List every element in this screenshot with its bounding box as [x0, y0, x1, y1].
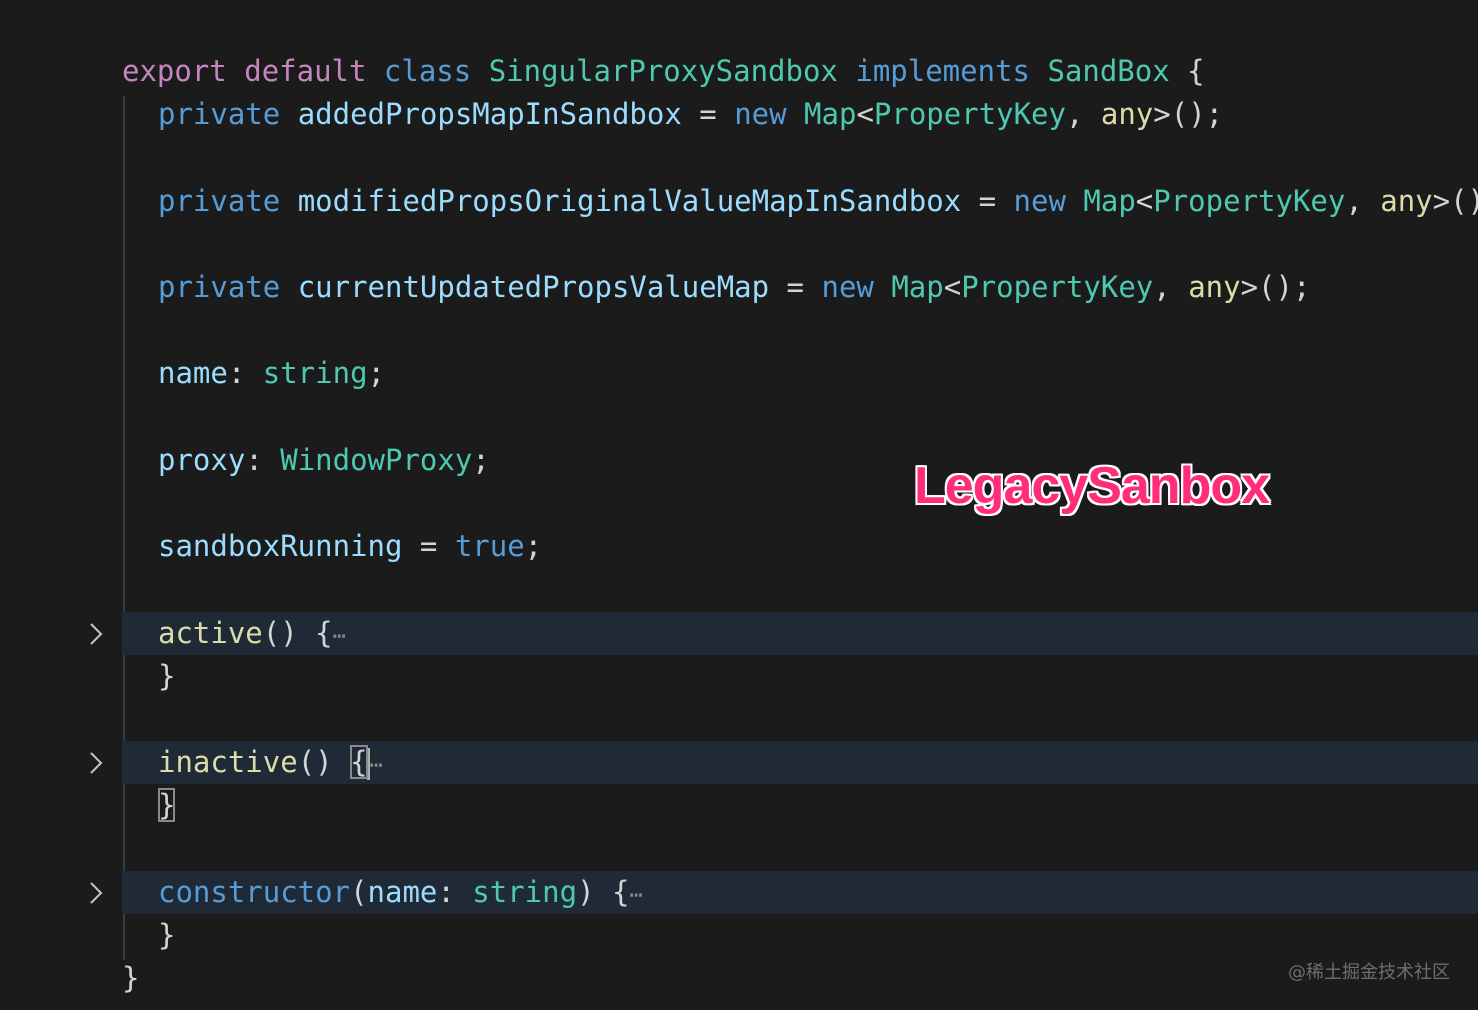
code-line[interactable]: 41 } — [0, 655, 1478, 698]
chevron-right-icon[interactable] — [84, 612, 108, 655]
code-line[interactable]: 33 sandboxRunning = true; — [0, 525, 1478, 568]
code-line[interactable]: 28 — [0, 309, 1478, 352]
code-text: private modifiedPropsOriginalValueMapInS… — [158, 184, 1478, 218]
code-line-folded[interactable]: 35 active() {⋯ — [0, 612, 1478, 655]
watermark: @稀土掘金技术社区 — [1288, 962, 1450, 983]
code-line[interactable]: 34 — [0, 568, 1478, 611]
chevron-right-icon[interactable] — [84, 871, 108, 914]
code-line-folded[interactable]: 50 constructor(name: string) {⋯ — [0, 871, 1478, 914]
code-text: } — [122, 961, 140, 995]
code-text: proxy: WindowProxy; — [158, 443, 490, 477]
code-text: name: string; — [158, 356, 385, 390]
code-line[interactable]: 49 — [0, 828, 1478, 871]
code-text: constructor(name: string) {⋯ — [158, 875, 643, 909]
code-editor[interactable]: 21 22 export default class SingularProxy… — [0, 0, 1478, 1010]
code-text: active() {⋯ — [158, 616, 346, 650]
code-line[interactable]: 42 — [0, 698, 1478, 741]
matched-bracket: { — [350, 745, 368, 779]
code-text: } — [158, 784, 176, 827]
code-line[interactable]: 24 — [0, 136, 1478, 179]
code-text: sandboxRunning = true; — [158, 529, 543, 563]
folded-ellipsis[interactable]: ⋯ — [333, 624, 346, 649]
annotation-label: LegacySanbox — [914, 457, 1270, 515]
code-line[interactable]: 26 — [0, 223, 1478, 266]
matched-bracket: } — [158, 788, 176, 822]
code-line[interactable]: 109 } — [0, 957, 1478, 1000]
code-line-folded[interactable]: 43 inactive() {⋯ — [0, 741, 1478, 784]
code-text: private currentUpdatedPropsValueMap = ne… — [158, 270, 1311, 304]
code-text: } — [158, 659, 176, 693]
folded-ellipsis[interactable]: ⋯ — [629, 883, 642, 908]
code-line[interactable]: 108 } — [0, 914, 1478, 957]
code-text: private addedPropsMapInSandbox = new Map… — [158, 97, 1224, 131]
code-text: } — [158, 918, 176, 952]
code-line[interactable]: 30 — [0, 396, 1478, 439]
folded-ellipsis[interactable]: ⋯ — [370, 753, 383, 778]
chevron-right-icon[interactable] — [84, 741, 108, 784]
code-line[interactable]: 29 name: string; — [0, 352, 1478, 395]
code-line[interactable]: 23 private addedPropsMapInSandbox = new … — [0, 93, 1478, 136]
code-line[interactable]: 21 — [0, 6, 1478, 49]
code-line[interactable]: 48 } — [0, 784, 1478, 827]
code-line[interactable]: 22 export default class SingularProxySan… — [0, 50, 1478, 93]
code-line[interactable]: 27 private currentUpdatedPropsValueMap =… — [0, 266, 1478, 309]
code-text: export default class SingularProxySandbo… — [122, 54, 1205, 88]
code-line[interactable]: 25 private modifiedPropsOriginalValueMap… — [0, 180, 1478, 223]
code-text: inactive() {⋯ — [158, 745, 383, 780]
